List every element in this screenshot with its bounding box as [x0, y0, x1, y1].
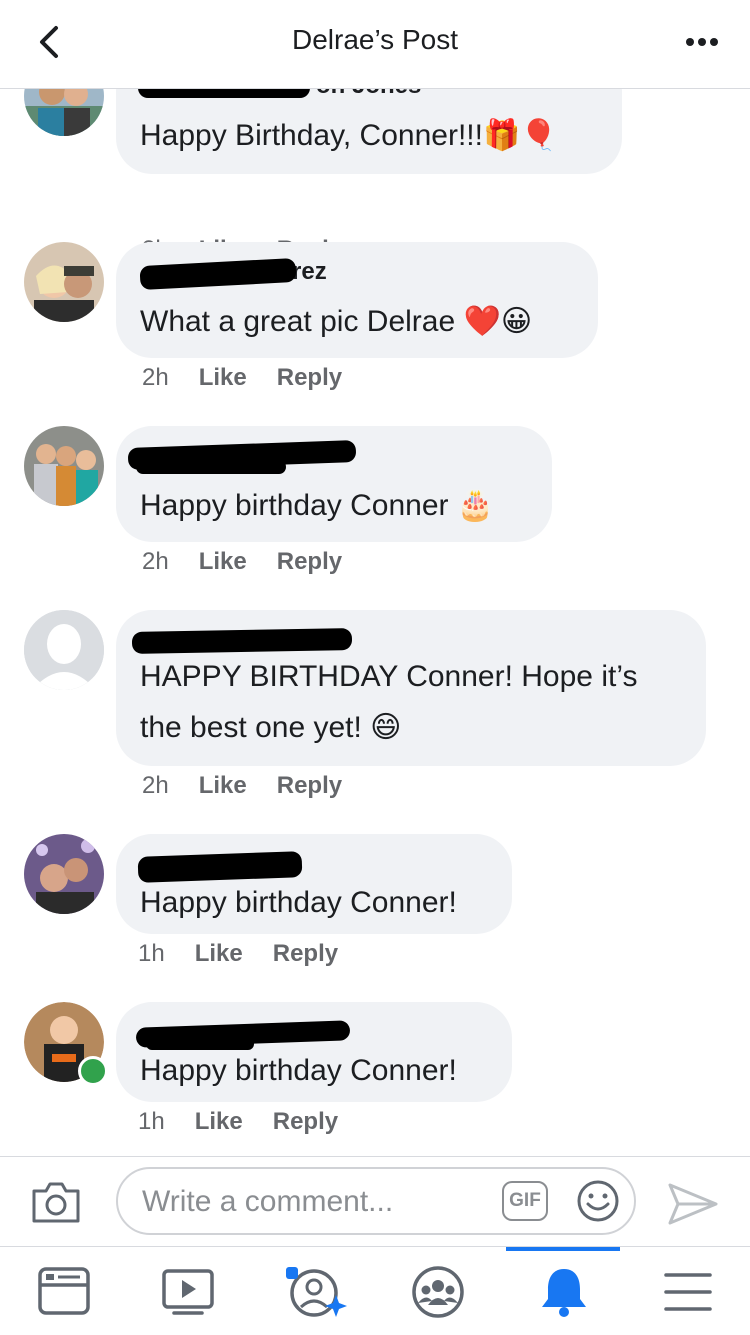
like-button[interactable]: Like: [199, 548, 247, 576]
bottom-tab-bar: [0, 1246, 750, 1335]
comment-bubble[interactable]: HAPPY BIRTHDAY Conner! Hope it’s the bes…: [116, 610, 706, 766]
online-status-dot: [78, 1056, 108, 1086]
like-button[interactable]: Like: [199, 772, 247, 800]
comment-meta: 2h Like Reply: [142, 772, 372, 800]
redaction-mark: [131, 628, 353, 654]
comment-input-placeholder: Write a comment...: [142, 1185, 394, 1218]
comment-time: 2h: [142, 772, 169, 799]
grin-emoji: 😄: [370, 711, 402, 744]
avatar[interactable]: [24, 834, 104, 914]
watch-icon[interactable]: [160, 1265, 216, 1319]
comment-text: What a great pic Delrae ❤️😀: [140, 305, 533, 338]
comment-time: 2h: [142, 364, 169, 391]
heart-smile-emoji: ❤️😀: [463, 305, 533, 338]
news-feed-icon[interactable]: [36, 1265, 92, 1319]
comment-meta: 1h Like Reply: [138, 940, 368, 968]
comment-time: 1h: [138, 940, 165, 967]
send-icon[interactable]: [666, 1181, 720, 1227]
menu-icon[interactable]: [660, 1265, 716, 1319]
comment-author[interactable]: on Jones: [316, 88, 421, 100]
comment-meta: 2h Like Reply: [142, 364, 372, 392]
like-button[interactable]: Like: [199, 364, 247, 392]
active-tab-indicator: [506, 1247, 620, 1251]
page-title: Delrae’s Post: [291, 24, 458, 55]
comment-author[interactable]: rez: [292, 258, 327, 286]
comment-text-line-2: the best one yet! 😄: [140, 711, 402, 744]
comment-meta: 1h Like Reply: [138, 1108, 368, 1136]
groups-icon[interactable]: [410, 1265, 466, 1319]
reply-button[interactable]: Reply: [273, 1108, 338, 1136]
comment-text: Happy birthday Conner!: [140, 1054, 457, 1087]
avatar[interactable]: [24, 426, 104, 506]
comment-time: 1h: [138, 1108, 165, 1135]
avatar[interactable]: [24, 242, 104, 322]
comments-list: on Jones Happy Birthday, Conner!!!🎁🎈 2h L…: [0, 88, 750, 1156]
redaction-mark: [138, 88, 310, 98]
like-button[interactable]: Like: [195, 1108, 243, 1136]
reply-button[interactable]: Reply: [277, 548, 342, 576]
reply-button[interactable]: Reply: [277, 364, 342, 392]
redaction-mark: [146, 1038, 254, 1050]
header: Delrae’s Post: [0, 0, 750, 89]
comment-bubble[interactable]: on Jones Happy Birthday, Conner!!!🎁🎈: [116, 88, 622, 174]
avatar[interactable]: [24, 1002, 108, 1086]
camera-icon[interactable]: [30, 1179, 82, 1225]
comment-input[interactable]: Write a comment... GIF: [116, 1167, 636, 1235]
comment-bubble[interactable]: Happy birthday Conner!: [116, 1002, 512, 1102]
like-button[interactable]: Like: [195, 940, 243, 968]
avatar[interactable]: [24, 88, 104, 136]
profile-icon[interactable]: [284, 1265, 348, 1319]
redaction-mark: [137, 851, 303, 883]
more-options-icon[interactable]: [682, 22, 722, 62]
comment-text: Happy birthday Conner 🎂: [140, 489, 495, 522]
comment-time: 2h: [142, 548, 169, 575]
comment-bubble[interactable]: Happy birthday Conner!: [116, 834, 512, 934]
reply-button[interactable]: Reply: [273, 940, 338, 968]
redaction-mark: [139, 257, 297, 291]
cake-emoji: 🎂: [456, 489, 495, 522]
gif-button[interactable]: GIF: [502, 1181, 548, 1221]
comment-text: Happy birthday Conner!: [140, 886, 457, 919]
comment-composer: Write a comment... GIF: [0, 1156, 750, 1247]
reply-button[interactable]: Reply: [277, 772, 342, 800]
notifications-icon[interactable]: [536, 1265, 592, 1319]
comment-bubble[interactable]: rez What a great pic Delrae ❤️😀: [116, 242, 598, 358]
redaction-mark: [136, 460, 286, 474]
comment-text-line-1: HAPPY BIRTHDAY Conner! Hope it’s: [140, 660, 638, 693]
emoji-icon[interactable]: [576, 1179, 620, 1223]
comment-bubble[interactable]: Happy birthday Conner 🎂: [116, 426, 552, 542]
comment-meta: 2h Like Reply: [142, 548, 372, 576]
gift-balloon-emoji: 🎁🎈: [482, 119, 558, 152]
avatar-default[interactable]: [24, 610, 104, 690]
comment-text: Happy Birthday, Conner!!!🎁🎈: [140, 119, 558, 152]
